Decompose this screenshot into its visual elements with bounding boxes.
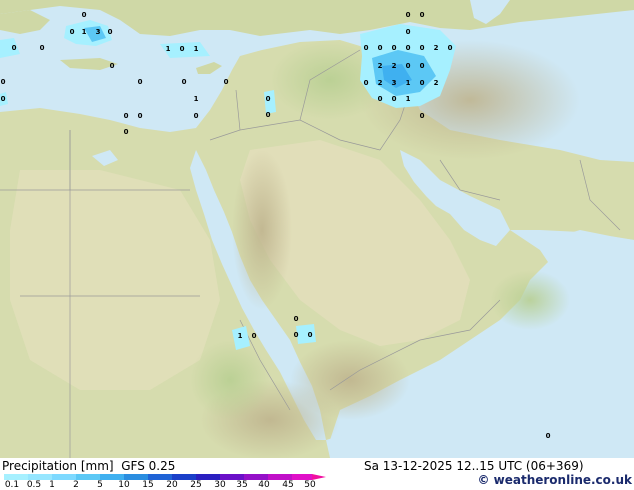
scale-tick: 25: [190, 480, 202, 490]
precip-value-label: 0: [252, 332, 257, 340]
scale-tick: 20: [166, 480, 178, 490]
precip-value-label: 0: [1, 78, 6, 86]
precip-value-label: 0: [294, 315, 299, 323]
precip-value-label: 0: [448, 44, 453, 52]
precip-value-label: 0: [70, 28, 75, 36]
precip-value-label: 0: [420, 112, 425, 120]
precip-value-label: 0: [406, 28, 411, 36]
scale-tick: 0.5: [26, 480, 42, 490]
legend-title: Precipitation [mm] GFS 0.25: [2, 459, 176, 473]
precip-value-label: 0: [266, 95, 271, 103]
precipitation-map: 0 0 1 3 0 0 0 1 0 1 0 0 0 0 0 1 0 0 0 0 …: [0, 0, 634, 458]
scale-tick: 50: [304, 480, 316, 490]
precip-value-label: 2: [378, 79, 383, 87]
precip-value-label: 0: [182, 78, 187, 86]
forecast-datetime: Sa 13-12-2025 12..15 UTC (06+369): [364, 459, 584, 473]
precip-value-label: 0: [392, 44, 397, 52]
precip-value-label: 0: [124, 112, 129, 120]
precip-value-label: 1: [194, 95, 199, 103]
credit-link[interactable]: © weatheronline.co.uk: [477, 473, 632, 487]
precip-value-label: 0: [1, 95, 6, 103]
precip-value-label: 0: [378, 44, 383, 52]
precip-value-label: 1: [194, 45, 199, 53]
precip-value-label: 3: [96, 28, 101, 36]
precip-value-label: 0: [110, 62, 115, 70]
precip-value-label: 0: [194, 112, 199, 120]
precip-value-label: 0: [546, 432, 551, 440]
precip-value-label: 0: [420, 79, 425, 87]
precip-value-label: 1: [82, 28, 87, 36]
precip-value-label: 2: [392, 62, 397, 70]
precip-value-label: 0: [420, 11, 425, 19]
precip-value-label: 1: [406, 79, 411, 87]
precip-value-label: 0: [124, 128, 129, 136]
scale-tick: 2: [73, 480, 79, 490]
scale-tick: 5: [97, 480, 103, 490]
green-oman: [490, 270, 570, 330]
precip-value-label: 0: [224, 78, 229, 86]
precip-value-label: 0: [406, 44, 411, 52]
precip-value-label: 3: [392, 79, 397, 87]
precip-value-label: 0: [12, 44, 17, 52]
precip-value-label: 1: [166, 45, 171, 53]
precip-value-label: 0: [364, 79, 369, 87]
scale-tick: 45: [282, 480, 294, 490]
precip-value-label: 0: [294, 331, 299, 339]
precip-value-label: 0: [40, 44, 45, 52]
precip-value-label: 0: [378, 95, 383, 103]
precip-value-label: 1: [406, 95, 411, 103]
precip-value-label: 0: [180, 45, 185, 53]
legend-footer: Precipitation [mm] GFS 0.25 Sa 13-12-202…: [0, 458, 634, 490]
precip-value-label: 0: [420, 44, 425, 52]
precip-value-label: 0: [108, 28, 113, 36]
precip-value-label: 0: [406, 11, 411, 19]
precip-value-label: 1: [238, 332, 243, 340]
precip-value-label: 2: [434, 44, 439, 52]
scale-tick: 40: [258, 480, 270, 490]
scale-tick: 30: [214, 480, 226, 490]
model-name: GFS 0.25: [121, 459, 176, 473]
precip-value-label: 0: [392, 95, 397, 103]
precip-value-label: 2: [378, 62, 383, 70]
precip-value-label: 0: [308, 331, 313, 339]
precip-value-label: 0: [420, 62, 425, 70]
precip-value-label: 0: [82, 11, 87, 19]
scale-tick: 0.1: [4, 480, 20, 490]
precip-value-label: 0: [138, 78, 143, 86]
scale-tick: 10: [118, 480, 130, 490]
scale-tick: 35: [236, 480, 248, 490]
scale-tick: 1: [49, 480, 55, 490]
precip-value-label: 0: [266, 111, 271, 119]
precip-value-label: 0: [406, 62, 411, 70]
mountains-hijaz: [232, 150, 292, 310]
precip-value-label: 2: [434, 79, 439, 87]
green-ethiopia: [190, 340, 270, 420]
precip-value-label: 0: [138, 112, 143, 120]
scale-tick: 15: [142, 480, 154, 490]
precip-value-label: 0: [364, 44, 369, 52]
